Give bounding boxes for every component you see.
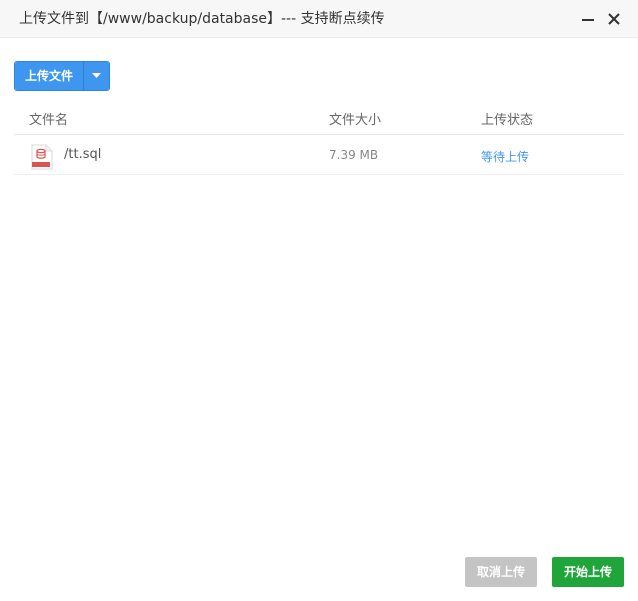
file-table-header: 文件名 文件大小 上传状态 (14, 101, 624, 135)
column-header-size: 文件大小 (329, 113, 382, 128)
upload-dialog: 上传文件到【/www/backup/database】--- 支持断点续传 上传… (0, 0, 638, 601)
minimize-button[interactable] (578, 9, 598, 29)
file-name: /tt.sql (64, 147, 102, 162)
cancel-upload-button[interactable]: 取消上传 (465, 557, 537, 587)
file-status: 等待上传 (481, 150, 530, 164)
sql-file-icon (31, 144, 53, 170)
file-size: 7.39 MB (329, 148, 379, 162)
column-header-status: 上传状态 (481, 113, 534, 128)
upload-button-group: 上传文件 (14, 61, 110, 91)
caret-down-icon (92, 73, 101, 78)
column-header-name: 文件名 (29, 113, 69, 128)
table-row: /tt.sql 7.39 MB 等待上传 (14, 135, 624, 175)
dialog-title: 上传文件到【/www/backup/database】--- 支持断点续传 (19, 11, 385, 27)
close-button[interactable] (604, 9, 624, 29)
close-icon (608, 13, 620, 25)
upload-file-button[interactable]: 上传文件 (15, 62, 84, 90)
start-upload-button[interactable]: 开始上传 (552, 557, 624, 587)
upload-dropdown-toggle[interactable] (84, 62, 109, 90)
dialog-titlebar: 上传文件到【/www/backup/database】--- 支持断点续传 (0, 0, 638, 38)
minimize-icon (582, 19, 594, 21)
